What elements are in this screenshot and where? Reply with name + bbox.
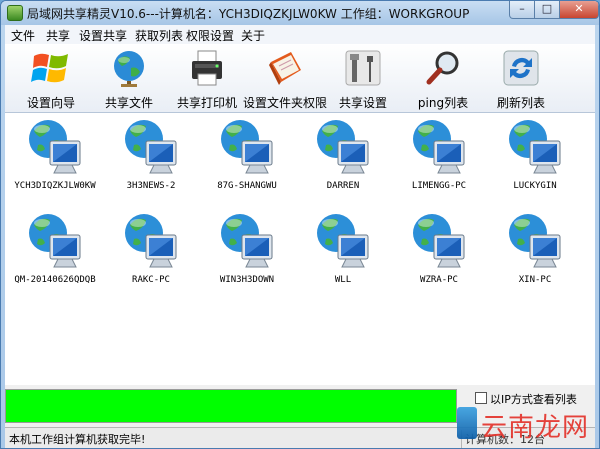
maximize-icon: □ (541, 2, 553, 15)
window-title: 局域网共享精灵V10.6---计算机名：YCH3DIQZKJLW0KW 工作组：… (27, 7, 470, 21)
progress-fill (6, 390, 456, 422)
share-printer-label: 共享打印机 (176, 96, 238, 110)
computer-item[interactable]: YCH3DIQZKJLW0KW (7, 117, 103, 191)
computer-name: LIMENGG-PC (411, 181, 467, 191)
computer-item[interactable]: WLL (295, 211, 391, 285)
menu-set-share[interactable]: 设置共享 (79, 27, 127, 44)
computer-name: RAKC-PC (132, 275, 170, 285)
computer-name: WIN3H3DOWN (219, 275, 275, 285)
computer-name: DARREN (326, 181, 360, 191)
share-settings-button[interactable]: 共享设置 (337, 48, 389, 110)
close-icon: ✕ (574, 2, 584, 15)
menu-get-list[interactable]: 获取列表 (135, 27, 183, 44)
setup-wizard-button[interactable]: 设置向导 (25, 48, 77, 110)
maximize-button[interactable]: □ (534, 1, 560, 19)
watermark-logo-icon (457, 407, 477, 439)
computer-item[interactable]: RAKC-PC (103, 211, 199, 285)
globe-icon (109, 48, 149, 88)
networked-computer-icon (508, 119, 561, 174)
minimize-button[interactable]: – (509, 1, 535, 19)
computer-item[interactable]: WIN3H3DOWN (199, 211, 295, 285)
computer-name: XIN-PC (518, 275, 552, 285)
menu-file[interactable]: 文件 (11, 27, 35, 44)
share-file-label: 共享文件 (104, 96, 154, 110)
menu-about[interactable]: 关于 (241, 27, 265, 44)
tools-icon (343, 48, 383, 88)
close-button[interactable]: ✕ (559, 1, 599, 19)
windows-logo-icon (31, 48, 71, 88)
watermark: 云南龙网 (455, 405, 597, 445)
toolbar: 设置向导 共享文件 共享打印机 设置文件夹权限 共享设置 ping列表 刷新列表 (5, 44, 595, 113)
refresh-list-label: 刷新列表 (496, 96, 546, 110)
computer-item[interactable]: LUCKYGIN (487, 117, 583, 191)
networked-computer-icon (28, 213, 81, 268)
networked-computer-icon (412, 213, 465, 268)
computer-list: YCH3DIQZKJLW0KW 3H3NEWS-2 87G-SHANGWU DA… (5, 113, 595, 385)
networked-computer-icon (124, 213, 177, 268)
share-printer-button[interactable]: 共享打印机 (177, 48, 237, 110)
networked-computer-icon (220, 213, 273, 268)
computer-name: WZRA-PC (420, 275, 458, 285)
computer-item[interactable]: WZRA-PC (391, 211, 487, 285)
computer-name: 87G-SHANGWU (217, 181, 277, 191)
networked-computer-icon (124, 119, 177, 174)
networked-computer-icon (316, 119, 369, 174)
computer-name: YCH3DIQZKJLW0KW (14, 181, 96, 191)
folder-permission-label: 设置文件夹权限 (242, 96, 328, 110)
networked-computer-icon (220, 119, 273, 174)
progress-bar (5, 389, 457, 423)
networked-computer-icon (28, 119, 81, 174)
networked-computer-icon (412, 119, 465, 174)
refresh-icon (501, 48, 541, 88)
folder-permission-button[interactable]: 设置文件夹权限 (243, 48, 327, 110)
ping-list-label: ping列表 (417, 96, 469, 110)
refresh-list-button[interactable]: 刷新列表 (495, 48, 547, 110)
computer-item[interactable]: QM-20140626QDQB (7, 211, 103, 285)
app-window: 局域网共享精灵V10.6---计算机名：YCH3DIQZKJLW0KW 工作组：… (0, 0, 600, 449)
printer-icon (187, 48, 227, 88)
magnifier-icon (423, 48, 463, 88)
folder-book-icon (265, 48, 305, 88)
networked-computer-icon (508, 213, 561, 268)
checkbox-box[interactable] (475, 392, 487, 404)
app-icon (7, 5, 23, 21)
computer-name: WLL (334, 275, 352, 285)
computer-item[interactable]: 3H3NEWS-2 (103, 117, 199, 191)
computer-item[interactable]: LIMENGG-PC (391, 117, 487, 191)
menu-bar: 文件 共享 设置共享 获取列表 权限设置 关于 (5, 25, 595, 44)
computer-name: 3H3NEWS-2 (126, 181, 176, 191)
networked-computer-icon (316, 213, 369, 268)
setup-wizard-label: 设置向导 (26, 96, 76, 110)
computer-item[interactable]: 87G-SHANGWU (199, 117, 295, 191)
menu-permissions[interactable]: 权限设置 (186, 27, 234, 44)
computer-name: QM-20140626QDQB (14, 275, 96, 285)
watermark-text: 云南龙网 (481, 413, 590, 443)
computer-name: LUCKYGIN (513, 181, 557, 191)
computer-item[interactable]: XIN-PC (487, 211, 583, 285)
status-message: 本机工作组计算机获取完毕! (9, 433, 146, 446)
minimize-icon: – (519, 2, 525, 15)
share-settings-label: 共享设置 (338, 96, 388, 110)
share-file-button[interactable]: 共享文件 (103, 48, 155, 110)
menu-share[interactable]: 共享 (46, 27, 70, 44)
title-bar[interactable]: 局域网共享精灵V10.6---计算机名：YCH3DIQZKJLW0KW 工作组：… (1, 1, 599, 25)
computer-item[interactable]: DARREN (295, 117, 391, 191)
ping-list-button[interactable]: ping列表 (417, 48, 469, 110)
